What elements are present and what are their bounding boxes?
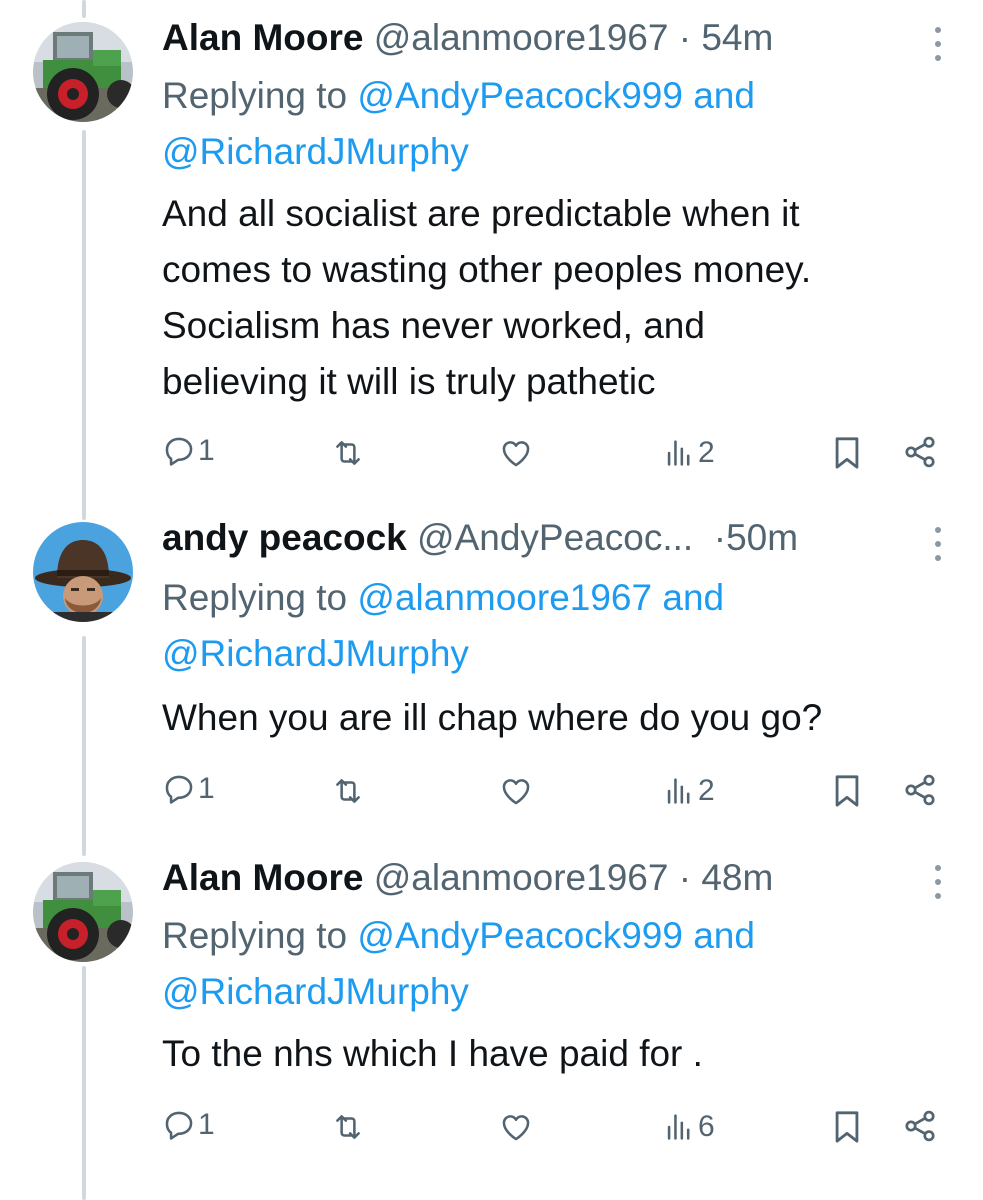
mention-link[interactable]: @RichardJMurphy [162,633,469,674]
reply-count: 1 [198,772,215,805]
more-icon[interactable] [928,862,948,902]
tweet-text: And all socialist are predictable when i… [162,186,942,410]
retweet-button[interactable] [330,436,366,470]
retweet-button[interactable] [330,1110,366,1144]
view-count: 2 [698,774,715,807]
retweet-button[interactable] [330,774,366,808]
tweet-text-line: Socialism has never worked, and [162,305,705,346]
timestamp[interactable]: 50m [726,517,798,558]
author-handle[interactable]: @alanmoore1967 [374,17,669,58]
views-icon [667,778,690,804]
like-icon [502,441,530,467]
replying-prefix: Replying to [162,915,358,956]
mention-link[interactable]: @AndyPeacock999 [357,75,683,116]
tweet-text: To the nhs which I have paid for . [162,1026,942,1082]
share-icon [905,774,935,806]
reply-icon [165,437,193,466]
tweet-header: Alan Moore @alanmoore1967 · 54m [162,14,773,62]
reply-button[interactable]: 1 [162,1108,215,1142]
separator-dot: · [678,857,692,898]
separator-dot: · [678,17,692,58]
replying-prefix: Replying to [162,75,358,116]
views-button[interactable]: 6 [662,1110,715,1144]
replying-to: Replying to @AndyPeacock999 and @Richard… [162,68,922,180]
bookmark-button[interactable] [830,1108,864,1146]
replying-and[interactable]: and [652,577,724,618]
replying-to: Replying to @alanmoore1967 and @RichardJ… [162,570,922,682]
mention-link[interactable]: @AndyPeacock999 [357,915,683,956]
author-name[interactable]: Alan Moore [162,857,363,898]
like-button[interactable] [498,436,534,470]
tractor-avatar[interactable] [33,862,133,962]
tweet-text-line: believing it will is truly pathetic [162,361,656,402]
reply-icon [165,775,193,804]
retweet-icon [336,441,360,465]
share-icon [905,436,935,468]
share-button[interactable] [902,772,938,808]
reply-icon [165,1111,193,1140]
replying-and[interactable]: and [683,75,755,116]
timestamp[interactable]: 54m [701,17,773,58]
replying-and[interactable]: and [683,915,755,956]
views-icon [667,440,690,466]
author-name[interactable]: andy peacock [162,517,407,558]
author-handle[interactable]: @alanmoore1967 [374,857,669,898]
tweet[interactable]: Alan Moore @alanmoore1967 · 48m Replying… [0,840,983,1180]
replying-to: Replying to @AndyPeacock999 and @Richard… [162,908,922,1020]
reply-button[interactable]: 1 [162,434,215,468]
views-button[interactable]: 2 [662,774,715,808]
mention-link[interactable]: @RichardJMurphy [162,971,469,1012]
author-handle[interactable]: @AndyPeacoc... [417,517,693,558]
reply-count: 1 [198,434,215,467]
more-icon[interactable] [928,24,948,64]
views-icon [667,1114,690,1140]
mention-link[interactable]: @alanmoore1967 [357,577,652,618]
share-button[interactable] [902,434,938,470]
bookmark-icon [835,437,859,469]
tweet[interactable]: andy peacock @AndyPeacoc... ·50m Replyin… [0,508,983,848]
views-button[interactable]: 2 [662,436,715,470]
like-button[interactable] [498,774,534,808]
bookmark-icon [835,775,859,807]
bookmark-button[interactable] [830,434,864,472]
bookmark-icon [835,1111,859,1143]
tractor-avatar[interactable] [33,22,133,122]
retweet-icon [336,779,360,803]
reply-count: 1 [198,1108,215,1141]
author-name[interactable]: Alan Moore [162,17,363,58]
tweet-text-line: comes to wasting other peoples money. [162,249,812,290]
share-icon [905,1110,935,1142]
like-icon [502,1115,530,1141]
mention-link[interactable]: @RichardJMurphy [162,131,469,172]
more-icon[interactable] [928,524,948,564]
tweet-header: Alan Moore @alanmoore1967 · 48m [162,854,773,902]
man-in-hat-avatar[interactable] [33,522,133,622]
tweet-text-line: To the nhs which I have paid for . [162,1033,703,1074]
tweet[interactable]: Alan Moore @alanmoore1967 · 54m Replying… [0,0,983,469]
tweet-header: andy peacock @AndyPeacoc... ·50m [162,514,798,562]
bookmark-button[interactable] [830,772,864,810]
tweet-text-line: And all socialist are predictable when i… [162,193,800,234]
tweet-text: When you are ill chap where do you go? [162,690,942,746]
like-icon [502,779,530,805]
share-button[interactable] [902,1108,938,1144]
retweet-icon [336,1115,360,1139]
view-count: 6 [698,1110,715,1143]
tweet-text-line: When you are ill chap where do you go? [162,697,823,738]
like-button[interactable] [498,1110,534,1144]
replying-prefix: Replying to [162,577,358,618]
view-count: 2 [698,436,715,469]
reply-button[interactable]: 1 [162,772,215,806]
separator-dot: · [713,517,727,558]
timestamp[interactable]: 48m [701,857,773,898]
